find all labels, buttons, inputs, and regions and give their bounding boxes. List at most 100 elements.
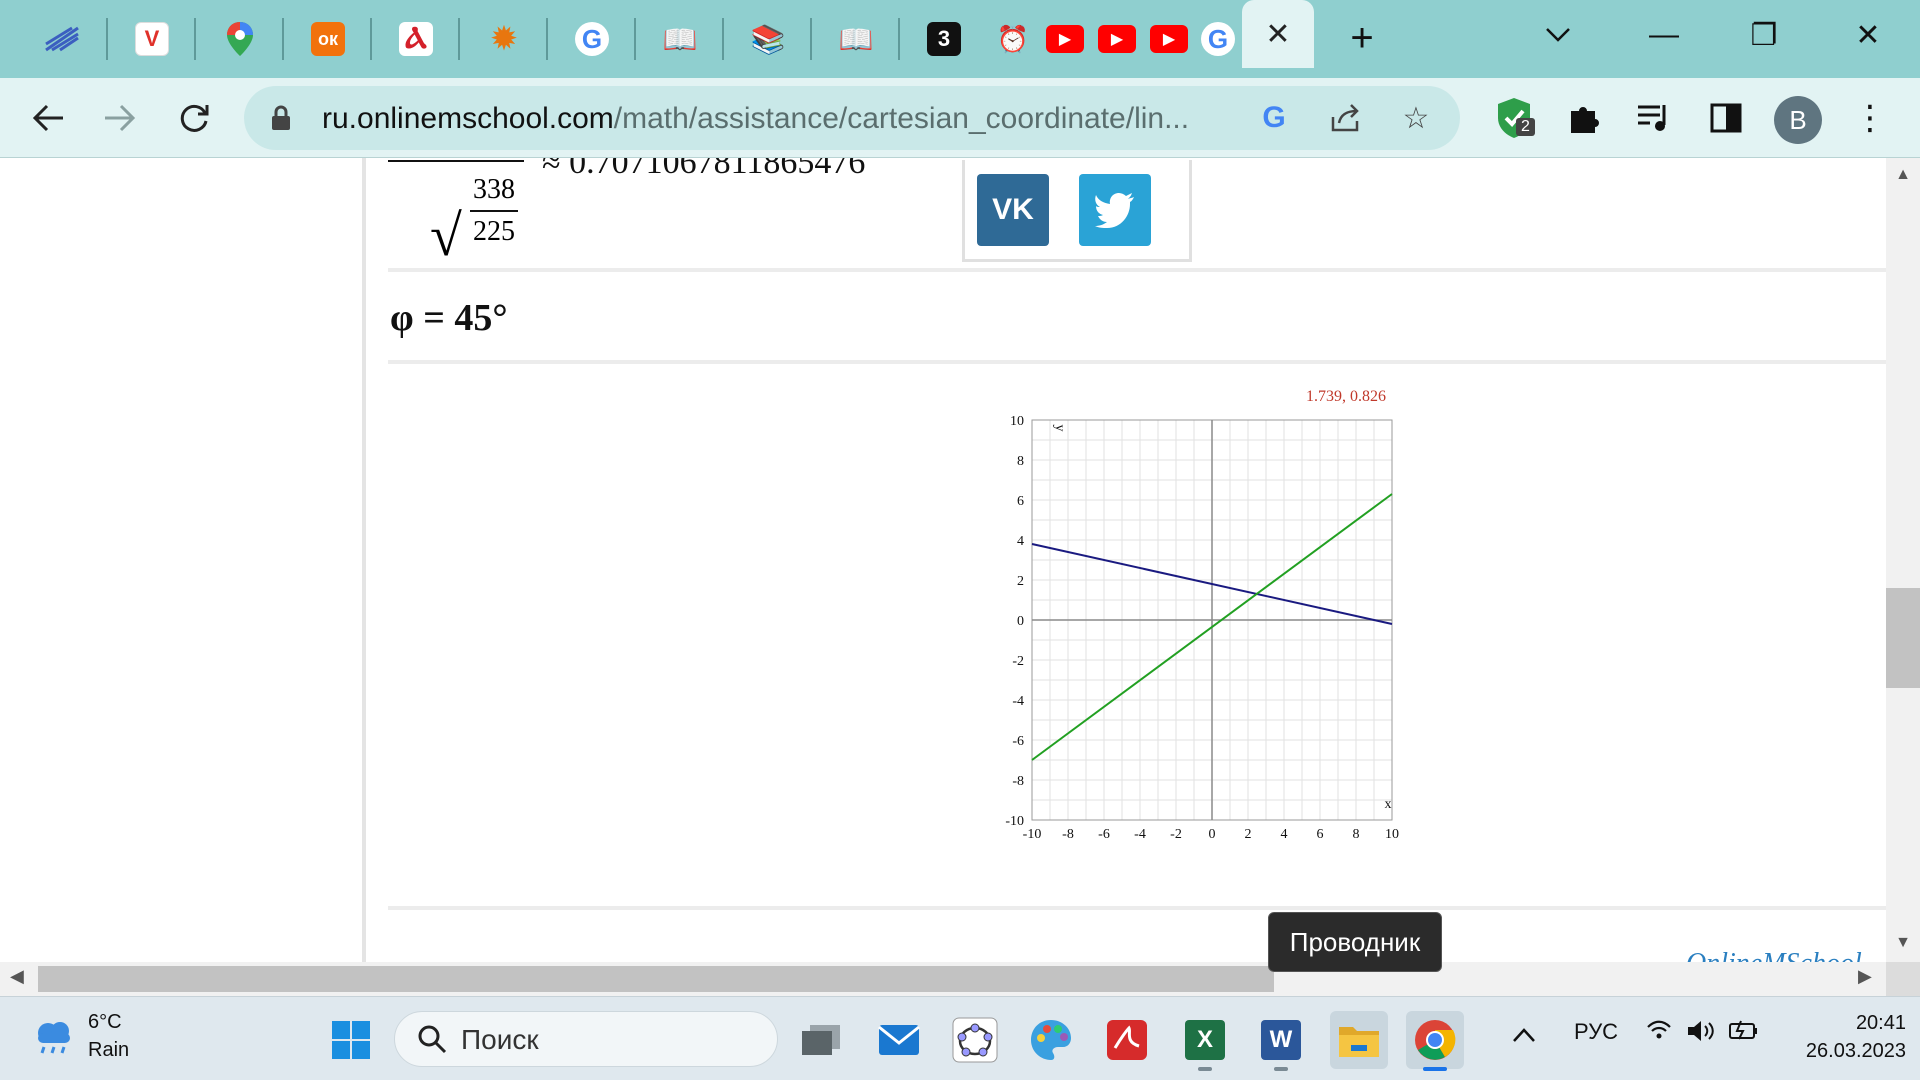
side-panel-icon (1710, 103, 1742, 133)
vertical-scroll-thumb[interactable] (1886, 588, 1920, 688)
close-icon[interactable]: ✕ (1265, 17, 1290, 52)
puzzle-icon (1571, 107, 1599, 133)
y-tick-label: -6 (1012, 734, 1024, 749)
new-tab-button[interactable]: + (1340, 14, 1384, 62)
tab-active[interactable]: ✕ (1242, 0, 1314, 68)
volume-icon[interactable] (1686, 1019, 1716, 1049)
battery-plug-icon (1729, 1020, 1757, 1040)
tab-gear[interactable]: ✹ (460, 10, 548, 68)
wifi-icon[interactable] (1646, 1019, 1672, 1047)
tab-book-2[interactable]: 📖 (812, 10, 900, 68)
x-tick-label: -10 (1023, 827, 1042, 842)
scroll-down-icon[interactable]: ▼ (1892, 934, 1914, 952)
sqrt-sign: √ (430, 203, 462, 268)
odnoklassniki-icon: ок (311, 22, 345, 56)
explorer-tooltip: Проводник (1268, 912, 1442, 972)
menu-button[interactable]: ⋮ (1844, 92, 1896, 144)
back-button[interactable] (20, 90, 76, 146)
start-button[interactable] (322, 1011, 380, 1069)
bookmark-star-icon[interactable]: ☆ (1394, 96, 1438, 140)
lock-icon (272, 105, 290, 130)
weather-widget[interactable]: 6°C Rain (28, 1009, 138, 1069)
scroll-right-icon[interactable]: ▶ (1858, 966, 1872, 987)
reload-button[interactable] (166, 90, 222, 146)
vertical-scrollbar[interactable]: ▲ ▼ (1886, 158, 1920, 962)
book-icon: 📖 (662, 23, 698, 55)
taskbar-search[interactable]: Поиск (394, 1011, 778, 1067)
paint-app[interactable] (1022, 1011, 1080, 1069)
profile-avatar[interactable]: B (1774, 96, 1822, 144)
y-tick-label: 6 (1017, 494, 1024, 509)
reload-icon (180, 104, 209, 132)
address-bar[interactable]: ru.onlinemschool.com/math/assistance/car… (244, 86, 1460, 150)
geogebra-app[interactable] (946, 1011, 1004, 1069)
language-indicator[interactable]: РУС (1574, 1019, 1618, 1045)
tab-odnoklassniki[interactable]: ок (284, 10, 372, 68)
share-arrow-icon (1331, 104, 1359, 132)
pdf-app[interactable] (1098, 1011, 1156, 1069)
restore-button[interactable]: ❐ (1728, 8, 1800, 62)
clock-time: 20:41 (1855, 1012, 1906, 1034)
vk-share-button[interactable]: VK (977, 174, 1049, 246)
extensions-button[interactable] (1558, 92, 1610, 144)
fraction-denominator: 225 (473, 216, 515, 247)
excel-app[interactable]: X (1176, 1011, 1234, 1071)
google-lens-icon[interactable]: G (1252, 96, 1296, 140)
y-tick-label: 10 (1010, 414, 1024, 429)
chrome-app[interactable] (1406, 1011, 1464, 1071)
tab-search-button[interactable] (1522, 8, 1594, 62)
weather-condition: Rain (88, 1039, 130, 1061)
side-panel-button[interactable] (1700, 92, 1752, 144)
fraction-numerator: 338 (473, 174, 515, 205)
url-text[interactable]: ru.onlinemschool.com/math/assistance/car… (322, 102, 1242, 136)
arrow-left-icon (32, 104, 63, 132)
tab-acrobat[interactable]: Ⲁ (372, 10, 460, 68)
tab-books[interactable]: 📚 (724, 10, 812, 68)
tray-overflow-chevron[interactable] (1512, 1019, 1536, 1050)
extension-badge: 2 (1516, 118, 1535, 136)
angle-result: φ = 45° (390, 297, 508, 339)
footer-logo-text[interactable]: OnlineMSchool (1686, 948, 1862, 962)
close-window-button[interactable]: ✕ (1832, 8, 1904, 62)
minimize-button[interactable]: — (1628, 8, 1700, 62)
tab-satellite[interactable] (18, 10, 106, 68)
word-app[interactable]: W (1252, 1011, 1310, 1071)
forward-button[interactable] (92, 90, 148, 146)
share-icon[interactable] (1324, 96, 1368, 140)
page-viewport: ≈ 0.7071067811865476 √ 338 225 VK φ = 45… (0, 158, 1886, 962)
line-chart[interactable]: -10 -8 -6 -4 -2 0 2 4 6 8 10 10 8 6 4 2 0 -2 -4 -6 -8 -10 x y (990, 384, 1430, 864)
tab-book[interactable]: 📖 (636, 10, 724, 68)
geogebra-icon (952, 1017, 998, 1063)
x-tick-label: -8 (1062, 827, 1074, 842)
mail-app[interactable] (870, 1011, 928, 1069)
task-view-button[interactable] (792, 1011, 850, 1069)
y-tick-label: 4 (1017, 534, 1024, 549)
twitter-share-button[interactable] (1079, 174, 1151, 246)
three-icon: 3 (927, 22, 961, 56)
horizontal-scrollbar[interactable]: ◀ ▶ (0, 962, 1886, 996)
windows-taskbar: 6°C Rain Поиск X W РУС 20:41 26.03.2023 (0, 996, 1920, 1080)
x-tick-label: 10 (1385, 827, 1399, 842)
scrollbar-corner (1886, 962, 1920, 996)
speaker-icon (1688, 1021, 1714, 1041)
explorer-app[interactable] (1330, 1011, 1388, 1069)
scroll-left-icon[interactable]: ◀ (10, 966, 24, 987)
battery-icon[interactable] (1728, 1019, 1760, 1047)
formula-approx-value: ≈ 0.7071067811865476 (542, 158, 866, 181)
search-icon (418, 1025, 447, 1054)
x-tick-label: 4 (1281, 827, 1288, 842)
media-control-button[interactable] (1628, 92, 1680, 144)
tab-vivaldi[interactable]: V (108, 10, 196, 68)
tab-google[interactable]: G (548, 10, 636, 68)
adblock-extension[interactable]: 2 (1488, 92, 1540, 144)
horizontal-scroll-thumb[interactable] (38, 966, 1274, 992)
system-clock[interactable]: 20:41 26.03.2023 (1780, 1009, 1906, 1065)
maps-pin-icon (227, 22, 253, 56)
google-icon: G (575, 22, 609, 56)
chevron-up-icon (1513, 1028, 1535, 1042)
pdf-icon (1107, 1020, 1147, 1060)
kebab-menu-icon: ⋮ (1853, 99, 1887, 137)
tab-maps[interactable] (196, 10, 284, 68)
scroll-up-icon[interactable]: ▲ (1892, 166, 1914, 184)
rain-cloud-icon (38, 1022, 70, 1054)
